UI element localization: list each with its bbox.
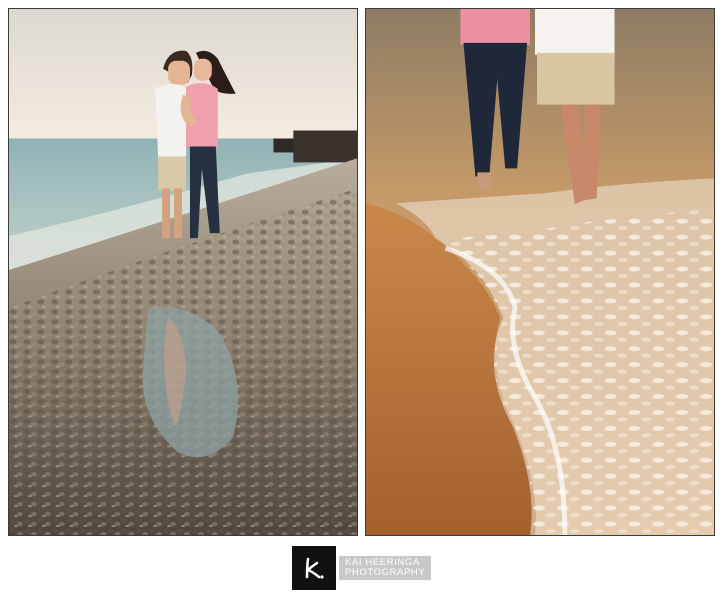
logo-line-studio: PHOTOGRAPHY [345,567,426,578]
logo-k-mark-icon [292,546,336,590]
k-letter-icon [305,557,324,579]
logo-wordmark: KAI HEERINGA PHOTOGRAPHY [339,556,432,580]
surf-walk-photo [366,9,714,535]
photo-couple-walking-in-surf [365,8,715,536]
beach-kiss-photo [9,9,357,535]
photo-couple-on-pebble-beach [8,8,358,536]
photographer-logo: KAI HEERINGA PHOTOGRAPHY [292,546,432,590]
